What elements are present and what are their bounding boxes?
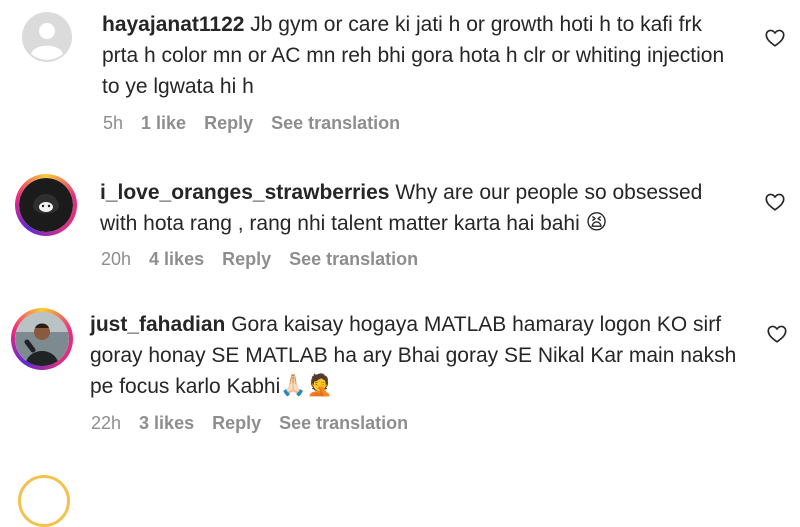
comment-time: 22h (91, 413, 122, 433)
see-translation-button[interactable]: See translation (271, 113, 400, 134)
comment-meta: 22h 3 likes Reply See translation (91, 413, 408, 434)
comment-item: hayajanat1122 Jb gym or care ki jati h o… (0, 0, 800, 150)
reply-button[interactable]: Reply (222, 249, 271, 270)
reply-button[interactable]: Reply (204, 113, 253, 134)
like-count[interactable]: 1 like (141, 113, 186, 134)
comment-username[interactable]: i_love_oranges_strawberries (100, 181, 390, 204)
default-avatar-icon (22, 12, 72, 62)
comment-username[interactable]: just_fahadian (90, 313, 225, 336)
profile-photo-icon (19, 178, 73, 232)
avatar[interactable] (15, 174, 77, 236)
like-count[interactable]: 3 likes (139, 413, 194, 434)
heart-outline-icon[interactable] (764, 27, 786, 49)
comment-item: i_love_oranges_strawberries Why are our … (0, 160, 800, 285)
profile-photo-icon (15, 312, 69, 366)
comment-body: i_love_oranges_strawberries Why are our … (100, 177, 740, 240)
comment-meta: 20h 4 likes Reply See translation (101, 249, 418, 270)
avatar[interactable] (22, 12, 72, 62)
comment-item: just_fahadian Gora kaisay hogaya MATLAB … (0, 300, 800, 450)
reply-button[interactable]: Reply (212, 413, 261, 434)
avatar[interactable] (11, 308, 73, 370)
comment-meta: 5h 1 like Reply See translation (103, 113, 400, 134)
avatar-image (15, 312, 69, 366)
tired-face-emoji: 😫 (585, 210, 608, 234)
comment-time: 5h (103, 113, 124, 133)
heart-outline-icon[interactable] (766, 323, 788, 345)
see-translation-button[interactable]: See translation (289, 249, 418, 270)
comment-time: 20h (101, 249, 132, 269)
pray-facepalm-emoji: 🙏🏻🤦 (280, 373, 333, 397)
comment-username[interactable]: hayajanat1122 (102, 13, 244, 36)
next-comment-avatar-partial (18, 475, 70, 527)
comment-body: hayajanat1122 Jb gym or care ki jati h o… (102, 9, 732, 102)
avatar-image (19, 178, 73, 232)
comment-body: just_fahadian Gora kaisay hogaya MATLAB … (90, 309, 740, 403)
see-translation-button[interactable]: See translation (279, 413, 408, 434)
heart-outline-icon[interactable] (764, 191, 786, 213)
like-count[interactable]: 4 likes (149, 249, 204, 270)
